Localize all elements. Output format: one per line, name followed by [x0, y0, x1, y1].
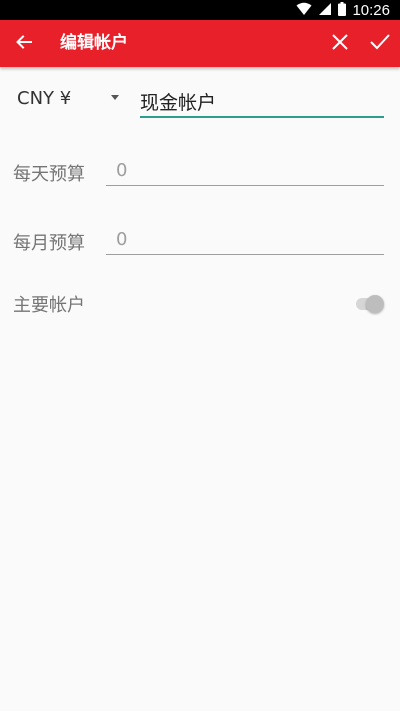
close-button[interactable] — [328, 32, 352, 56]
monthly-budget-label: 每月预算 — [13, 233, 85, 254]
save-button[interactable] — [368, 32, 392, 56]
signal-icon — [318, 1, 332, 20]
primary-account-toggle[interactable] — [356, 294, 384, 314]
currency-select[interactable]: CNY ¥ — [17, 88, 127, 112]
toggle-thumb — [366, 295, 384, 313]
monthly-budget-input[interactable] — [106, 227, 384, 255]
currency-value: CNY ¥ — [17, 88, 72, 109]
primary-account-label: 主要帐户 — [13, 295, 85, 316]
page-title: 编辑帐户 — [60, 33, 128, 53]
toolbar: 编辑帐户 — [0, 20, 400, 67]
daily-budget-label: 每天预算 — [13, 164, 85, 185]
battery-icon — [338, 1, 347, 20]
status-time: 10:26 — [352, 1, 390, 19]
check-icon — [369, 32, 391, 56]
status-bar: 10:26 — [0, 0, 400, 20]
daily-budget-input[interactable] — [106, 158, 384, 186]
arrow-left-icon — [15, 33, 33, 55]
status-icons: 10:26 — [296, 0, 390, 20]
dropdown-arrow-icon — [111, 95, 119, 100]
wifi-icon — [296, 1, 312, 20]
close-icon — [330, 32, 350, 56]
account-name-input[interactable] — [140, 88, 384, 118]
back-button[interactable] — [12, 32, 36, 56]
